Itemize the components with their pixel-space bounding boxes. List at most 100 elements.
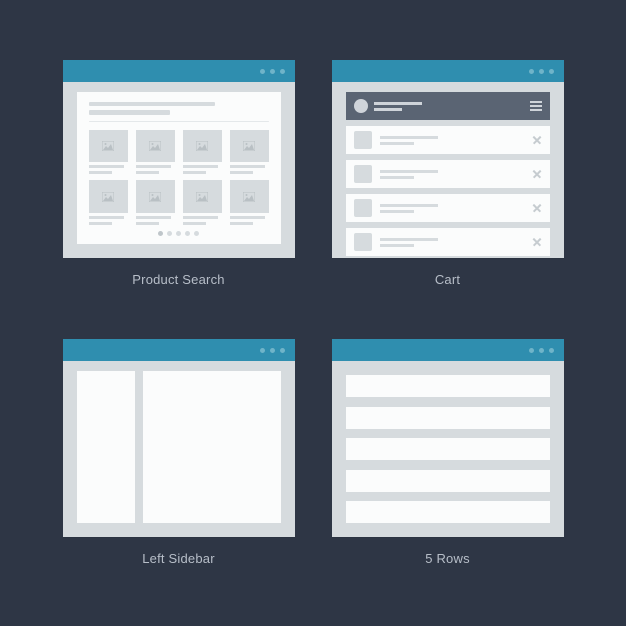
wireframe-product-search: Product Search [60,60,297,307]
remove-item-icon[interactable] [532,169,542,179]
text-placeholder [380,204,438,213]
pager-dot-icon[interactable] [194,231,199,236]
caption: 5 Rows [425,551,470,566]
list-row [346,438,550,460]
caption-placeholder [183,216,218,219]
sidebar-panel [77,371,135,523]
cart-header-bar [346,92,550,120]
caption-placeholder [183,171,206,174]
caption-placeholder [89,165,124,168]
product-card[interactable] [89,180,128,225]
list-row [346,470,550,492]
pagination-dots[interactable] [89,231,269,236]
window-control-dot-icon [280,348,285,353]
product-grid [89,130,269,225]
image-placeholder-icon [230,180,269,213]
caption-placeholder [136,216,171,219]
window-body [332,361,564,537]
text-placeholder [380,170,438,179]
product-card[interactable] [136,130,175,175]
divider [89,121,269,122]
item-thumb-icon [354,165,372,183]
remove-item-icon[interactable] [532,237,542,247]
caption-placeholder [230,216,265,219]
caption-placeholder [230,222,253,225]
window-control-dot-icon [270,348,275,353]
product-card[interactable] [183,180,222,225]
cart-item [346,228,550,256]
list-row [346,501,550,523]
list-row [346,375,550,397]
avatar-icon [354,99,368,113]
caption-placeholder [136,165,171,168]
caption-placeholder [89,222,112,225]
window [332,339,564,537]
window-titlebar [332,60,564,82]
cart-item [346,126,550,154]
text-placeholder [380,238,438,247]
window-control-dot-icon [270,69,275,74]
wireframe-left-sidebar: Left Sidebar [60,339,297,586]
window [332,60,564,258]
caption-placeholder [230,171,253,174]
window-control-dot-icon [549,348,554,353]
window-control-dot-icon [549,69,554,74]
window-titlebar [63,339,295,361]
pager-dot-icon[interactable] [158,231,163,236]
main-panel [143,371,281,523]
caption-placeholder [230,165,265,168]
image-placeholder-icon [183,130,222,163]
product-card[interactable] [183,130,222,175]
image-placeholder-icon [183,180,222,213]
product-card[interactable] [230,130,269,175]
wireframe-five-rows: 5 Rows [329,339,566,586]
caption-placeholder [136,222,159,225]
window-control-dot-icon [529,348,534,353]
product-card[interactable] [136,180,175,225]
cart-item [346,194,550,222]
item-thumb-icon [354,233,372,251]
image-placeholder-icon [230,130,269,163]
item-thumb-icon [354,131,372,149]
pager-dot-icon[interactable] [176,231,181,236]
pager-dot-icon[interactable] [167,231,172,236]
window-titlebar [332,339,564,361]
window-control-dot-icon [260,69,265,74]
text-placeholder [374,102,422,111]
product-card[interactable] [89,130,128,175]
heading-placeholder [89,102,215,106]
item-thumb-icon [354,199,372,217]
window [63,339,295,537]
caption: Left Sidebar [142,551,215,566]
image-placeholder-icon [89,130,128,163]
caption-placeholder [89,216,124,219]
caption-placeholder [136,171,159,174]
list-row [346,407,550,429]
text-placeholder [380,136,438,145]
content-panel [77,92,281,244]
remove-item-icon[interactable] [532,135,542,145]
menu-icon[interactable] [530,101,542,111]
window-control-dot-icon [260,348,265,353]
window-control-dot-icon [539,69,544,74]
caption-placeholder [183,222,206,225]
image-placeholder-icon [136,130,175,163]
window-control-dot-icon [539,348,544,353]
product-card[interactable] [230,180,269,225]
wireframe-cart: Cart [329,60,566,307]
cart-item [346,160,550,188]
image-placeholder-icon [89,180,128,213]
caption: Cart [435,272,460,287]
window-body [332,82,564,258]
caption: Product Search [132,272,224,287]
window-titlebar [63,60,295,82]
subheading-placeholder [89,110,170,114]
remove-item-icon[interactable] [532,203,542,213]
caption-placeholder [183,165,218,168]
window-control-dot-icon [280,69,285,74]
cart-list [346,92,550,256]
caption-placeholder [89,171,112,174]
pager-dot-icon[interactable] [185,231,190,236]
window-control-dot-icon [529,69,534,74]
image-placeholder-icon [136,180,175,213]
